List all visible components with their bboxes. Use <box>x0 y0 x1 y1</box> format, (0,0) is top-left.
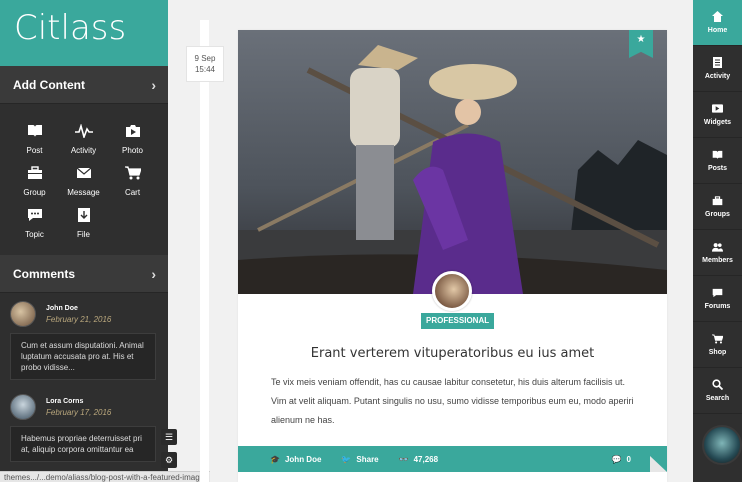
cart-icon <box>712 333 723 344</box>
search-icon <box>712 379 723 390</box>
avatar[interactable] <box>10 394 36 420</box>
comments-title: Comments <box>13 266 76 281</box>
comment-author[interactable]: John Doe <box>46 305 111 312</box>
chevron-right-icon[interactable]: › <box>151 266 156 282</box>
avatar[interactable] <box>10 301 36 327</box>
comment-author[interactable]: Lora Corns <box>46 398 111 405</box>
views-count: 47,268 <box>413 454 439 464</box>
nav-activity[interactable]: Activity <box>693 46 742 92</box>
site-logo[interactable]: Citlass <box>0 0 168 66</box>
nav-widgets[interactable]: Widgets <box>693 92 742 138</box>
add-file-label: File <box>77 230 90 239</box>
footer-author[interactable]: 🎓 John Doe <box>270 455 321 464</box>
category-tag[interactable]: PROFESSIONAL <box>421 313 495 329</box>
briefcase-icon <box>712 195 723 206</box>
post-excerpt: Te vix meis veniam offendit, has cu caus… <box>271 377 634 425</box>
comment-bubble-icon: 💬 <box>611 454 622 464</box>
comments-counter[interactable]: 💬 0 <box>612 455 631 464</box>
nav-forums[interactable]: Forums <box>693 276 742 322</box>
nav-posts-label: Posts <box>707 165 728 172</box>
footer-author-name: John Doe <box>284 454 322 464</box>
members-icon <box>712 241 723 252</box>
right-nav: Home Activity Widgets Posts Groups Membe… <box>693 0 742 482</box>
file-icon <box>75 206 93 224</box>
comment-item: Lora Corns February 17, 2016 Habemus pro… <box>10 394 158 462</box>
comments-list: John Doe February 21, 2016 Cum et assum … <box>0 293 168 482</box>
chat-icon <box>712 287 723 298</box>
nav-members[interactable]: Members <box>693 230 742 276</box>
add-topic-button[interactable]: Topic <box>10 206 59 239</box>
comments-count: 0 <box>626 454 631 464</box>
post-date-day: 9 Sep <box>194 54 216 63</box>
comment-text[interactable]: Cum et assum disputationi. Animal luptat… <box>10 333 156 380</box>
add-message-button[interactable]: Message <box>59 164 108 197</box>
eye-icon: 👓 <box>398 454 409 464</box>
nav-shop[interactable]: Shop <box>693 322 742 368</box>
nav-search[interactable]: Search <box>693 368 742 414</box>
nav-activity-label: Activity <box>704 73 731 80</box>
camera-icon <box>124 122 142 140</box>
share-label: Share <box>356 454 379 464</box>
twitter-icon: 🐦 <box>341 454 352 464</box>
add-activity-label: Activity <box>70 146 97 155</box>
gear-icon[interactable]: ⚙ <box>161 452 177 468</box>
status-bar-url: themes.../...demo/aliass/blog-post-with-… <box>0 471 211 482</box>
timeline-line <box>200 20 209 482</box>
share-button[interactable]: 🐦 Share <box>341 455 378 464</box>
add-cart-button[interactable]: Cart <box>108 164 157 197</box>
book-icon <box>712 149 723 160</box>
add-message-label: Message <box>67 188 100 197</box>
nav-groups-label: Groups <box>705 211 730 218</box>
menu-toggle-icon[interactable]: ☰ <box>161 429 177 445</box>
nav-forums-label: Forums <box>704 303 731 310</box>
nav-home[interactable]: Home <box>693 0 742 46</box>
add-file-button[interactable]: File <box>59 206 108 239</box>
left-sidebar: Citlass Add Content › Post Activity Phot… <box>0 0 168 482</box>
add-cart-label: Cart <box>124 188 141 197</box>
post-date-time: 15:44 <box>194 65 216 74</box>
post-footer: 🎓 John Doe 🐦 Share 👓 47,268 💬 0 <box>238 446 667 472</box>
add-group-label: Group <box>23 188 46 197</box>
add-post-button[interactable]: Post <box>10 122 59 155</box>
add-content-grid: Post Activity Photo Group Message Cart T… <box>0 104 168 249</box>
timeline-date-badge: 9 Sep 15:44 <box>186 46 224 82</box>
nav-members-label: Members <box>702 257 733 264</box>
avatar[interactable] <box>432 271 472 311</box>
views-counter: 👓 47,268 <box>399 455 438 464</box>
add-activity-button[interactable]: Activity <box>59 122 108 155</box>
featured-image[interactable] <box>238 30 667 294</box>
nav-widgets-label: Widgets <box>703 119 732 126</box>
activity-pulse-icon <box>74 122 93 140</box>
nav-home-label: Home <box>707 27 728 34</box>
nav-search-label: Search <box>705 395 730 402</box>
add-topic-label: Topic <box>25 230 44 239</box>
activity-icon <box>712 57 723 68</box>
chevron-right-icon[interactable]: › <box>151 77 156 93</box>
add-group-button[interactable]: Group <box>10 164 59 197</box>
add-content-header[interactable]: Add Content › <box>0 66 168 104</box>
nav-groups[interactable]: Groups <box>693 184 742 230</box>
add-post-label: Post <box>26 146 43 155</box>
home-icon <box>712 11 723 22</box>
comment-text[interactable]: Habemus propriae deterruisset pri at, al… <box>10 426 156 462</box>
nav-posts[interactable]: Posts <box>693 138 742 184</box>
add-photo-label: Photo <box>122 146 143 155</box>
chat-icon <box>26 206 44 224</box>
envelope-icon <box>75 164 93 182</box>
comment-item: John Doe February 21, 2016 Cum et assum … <box>10 301 158 380</box>
book-icon <box>26 122 44 140</box>
graduation-cap-icon: 🎓 <box>270 454 280 464</box>
comments-header[interactable]: Comments › <box>0 255 168 293</box>
widgets-icon <box>712 103 723 114</box>
add-content-title: Add Content <box>13 77 85 92</box>
comment-date: February 21, 2016 <box>46 314 112 324</box>
briefcase-icon <box>26 164 44 182</box>
nav-shop-label: Shop <box>708 349 727 356</box>
cart-icon <box>124 164 142 182</box>
add-photo-button[interactable]: Photo <box>108 122 157 155</box>
comment-date: February 17, 2016 <box>46 407 112 417</box>
post-title[interactable]: Erant verterem vituperatoribus eu ius am… <box>238 346 667 361</box>
avatar[interactable] <box>702 425 742 465</box>
